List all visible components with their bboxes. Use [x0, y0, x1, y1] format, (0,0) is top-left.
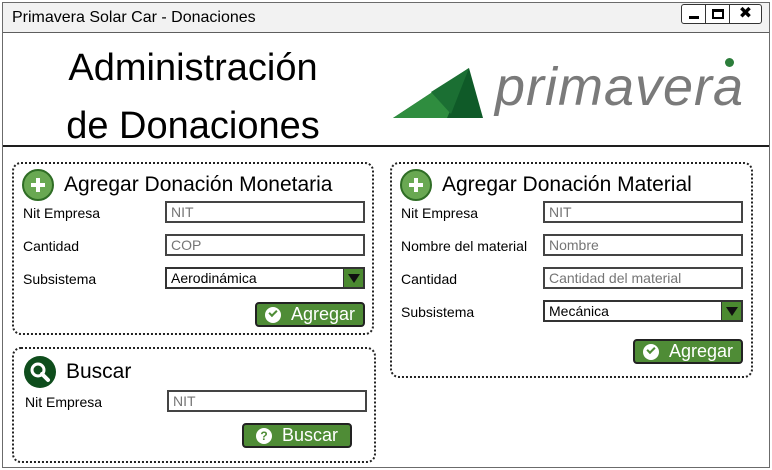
page-title-line2: de Donaciones [66, 105, 320, 147]
primavera-logo: primavera [391, 48, 751, 128]
window-title: Primavera Solar Car - Donaciones [12, 9, 256, 26]
add-monetary-button-label: Agregar [290, 304, 356, 324]
material-quantity-label: Cantidad [401, 271, 458, 287]
material-donation-panel: Agregar Donación Material Nit Empresa No… [390, 162, 753, 378]
material-panel-title: Agregar Donación Material [442, 173, 692, 196]
plus-icon [22, 169, 54, 201]
cantidad-input[interactable] [165, 234, 365, 256]
subsistema-label: Subsistema [23, 271, 97, 287]
search-panel-title: Buscar [66, 360, 132, 383]
logo-dot [725, 58, 734, 67]
page-title-line1: Administración [68, 47, 318, 89]
search-panel-heading: Buscar [24, 355, 131, 389]
material-subsystem-select[interactable]: Mecánica [543, 300, 743, 322]
search-nit-input[interactable] [167, 390, 367, 412]
material-panel-heading: Agregar Donación Material [400, 168, 692, 202]
check-icon [264, 306, 281, 323]
search-nit-label: Nit Empresa [25, 394, 103, 410]
app-window: Primavera Solar Car - Donaciones ✖ Admin… [2, 2, 770, 468]
maximize-button[interactable] [706, 5, 730, 23]
add-monetary-donation-button[interactable]: Agregar [255, 302, 365, 327]
close-icon: ✖ [738, 5, 753, 22]
plus-icon [400, 169, 432, 201]
dropdown-arrow-icon [343, 269, 363, 287]
minimize-button[interactable] [682, 5, 706, 23]
title-bar: Primavera Solar Car - Donaciones ✖ [3, 3, 769, 33]
add-material-donation-button[interactable]: Agregar [633, 339, 743, 364]
material-subsystem-label: Subsistema [401, 304, 475, 320]
search-panel: Buscar Nit Empresa ? Buscar [12, 347, 376, 463]
primavera-logo-icon [393, 68, 483, 118]
nit-input[interactable] [165, 201, 365, 223]
window-controls: ✖ [681, 4, 762, 24]
minimize-icon [689, 16, 699, 19]
cantidad-label: Cantidad [23, 238, 80, 254]
search-icon [24, 356, 56, 388]
monetary-panel-title: Agregar Donación Monetaria [64, 173, 333, 196]
material-name-label: Nombre del material [401, 238, 528, 254]
page-header: Administración de Donaciones primavera [3, 34, 769, 147]
logo-wordmark: primavera [495, 57, 745, 117]
add-material-button-label: Agregar [668, 341, 734, 361]
page-title: Administración de Donaciones [33, 39, 353, 155]
monetary-panel-heading: Agregar Donación Monetaria [22, 168, 333, 202]
material-name-input[interactable] [543, 234, 743, 256]
search-button[interactable]: ? Buscar [242, 423, 352, 448]
material-nit-input[interactable] [543, 201, 743, 223]
material-nit-label: Nit Empresa [401, 205, 479, 221]
question-icon: ? [255, 427, 272, 444]
material-subsystem-select-value: Mecánica [549, 303, 609, 319]
dropdown-arrow-icon [721, 302, 741, 320]
material-quantity-input[interactable] [543, 267, 743, 289]
check-icon [642, 343, 659, 360]
subsistema-select-value: Aerodinámica [171, 270, 257, 286]
maximize-icon [712, 9, 724, 19]
subsistema-select[interactable]: Aerodinámica [165, 267, 365, 289]
search-button-label: Buscar [281, 425, 339, 445]
close-button[interactable]: ✖ [730, 5, 761, 23]
nit-label: Nit Empresa [23, 205, 101, 221]
monetary-donation-panel: Agregar Donación Monetaria Nit Empresa C… [12, 162, 374, 335]
